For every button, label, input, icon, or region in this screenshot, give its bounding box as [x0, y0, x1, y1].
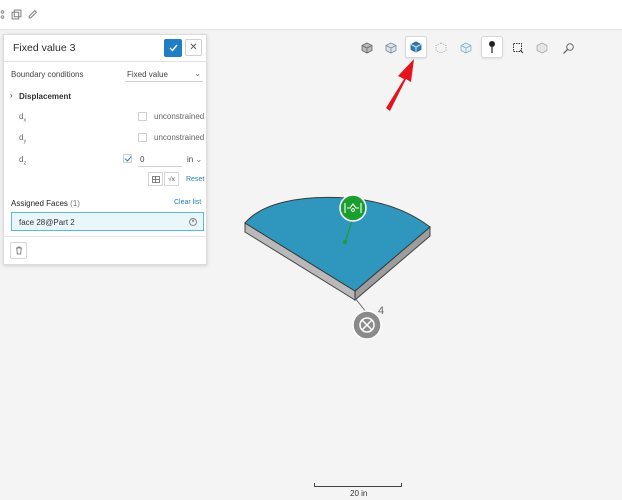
node-count-label: 4 [378, 305, 385, 317]
displacement-label: Displacement [19, 92, 72, 101]
dy-value: unconstrained [154, 133, 205, 142]
scale-bar [314, 483, 402, 487]
face-name: face 28@Part 2 [19, 218, 75, 227]
share-icon[interactable] [0, 9, 10, 20]
boundary-conditions-label: Boundary conditions [11, 70, 84, 79]
close-icon: ✕ [189, 42, 198, 53]
cube-transparent-icon [460, 42, 472, 54]
close-button[interactable]: ✕ [185, 39, 202, 56]
hide-tool[interactable] [531, 37, 553, 59]
cube-hidden-icon [536, 42, 548, 54]
boundary-type-value: Fixed value [127, 70, 168, 79]
clear-list-link[interactable]: Clear list [174, 199, 201, 206]
boundary-condition-panel: Fixed value 3 ✕ Boundary conditions Fixe… [3, 34, 207, 265]
cube-wireframe-icon [385, 42, 397, 54]
cube-points-icon [435, 42, 447, 54]
formula-button[interactable]: √x [164, 172, 179, 186]
assigned-face-item[interactable]: face 28@Part 2 × [11, 212, 204, 231]
view-cube-points[interactable] [430, 37, 452, 59]
table-input-button[interactable] [148, 172, 163, 186]
dx-value: unconstrained [154, 112, 205, 121]
magnifier-icon [562, 42, 574, 54]
chevron-down-icon: › [10, 91, 13, 100]
top-toolbar [0, 0, 622, 30]
scale-label: 20 in [350, 489, 368, 498]
table-icon [151, 175, 160, 183]
box-select-tool[interactable] [507, 37, 529, 59]
panel-title: Fixed value 3 [13, 42, 76, 54]
pin-icon [489, 41, 495, 53]
dz-label: dz [19, 155, 27, 167]
dz-checkbox[interactable] [123, 154, 132, 163]
remove-face-icon[interactable]: × [189, 218, 197, 226]
delete-button[interactable] [10, 242, 27, 259]
inspect-tool[interactable] [557, 37, 579, 59]
panel-divider [4, 236, 206, 237]
dy-label: dy [19, 133, 27, 145]
formula-icon: √x [168, 175, 175, 183]
box-select-icon [513, 43, 524, 54]
panel-header: Fixed value 3 ✕ [4, 35, 206, 62]
boundary-type-select[interactable]: Fixed value ⌄ [125, 67, 203, 82]
copy-icon[interactable] [11, 9, 22, 20]
dy-checkbox[interactable] [138, 133, 147, 142]
cube-selected-icon [410, 41, 422, 53]
dz-value: 0 [140, 155, 145, 164]
edit-icon[interactable] [27, 9, 38, 20]
view-cube-shaded[interactable] [356, 37, 378, 59]
assigned-faces-label: Assigned Faces (1) [11, 199, 80, 208]
dx-checkbox[interactable] [138, 112, 147, 121]
view-cube-transparent[interactable] [455, 37, 477, 59]
cube-shaded-icon [361, 42, 373, 54]
view-cube-selected[interactable] [405, 36, 427, 58]
node-stem [354, 297, 367, 313]
chevron-down-icon: ⌄ [195, 155, 203, 164]
reset-link[interactable]: Reset [186, 176, 204, 183]
pin-tool[interactable] [481, 36, 503, 58]
chevron-down-icon: ⌄ [194, 69, 201, 78]
check-icon [169, 44, 178, 52]
trash-icon [15, 246, 22, 255]
fixed-value-marker [339, 194, 367, 222]
dx-label: dx [19, 112, 27, 124]
dz-unit-select[interactable]: in ⌄ [187, 155, 202, 164]
dz-value-input[interactable]: 0 [138, 153, 182, 167]
confirm-button[interactable] [164, 39, 182, 57]
red-arrow [386, 59, 414, 111]
view-cube-wireframe[interactable] [380, 37, 402, 59]
